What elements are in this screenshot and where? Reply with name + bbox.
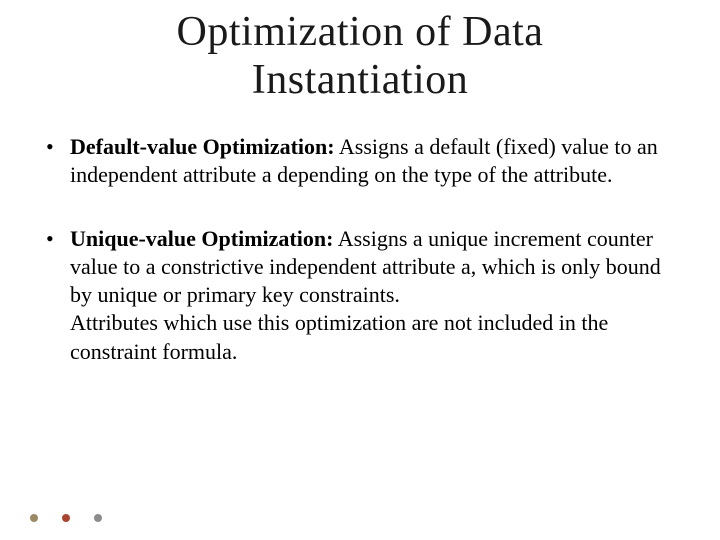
title-line-2: Instantiation <box>252 57 468 103</box>
bullet-list: Default-value Optimization: Assigns a de… <box>40 133 680 366</box>
bullet-item-unique-value: Unique-value Optimization: Assigns a uni… <box>40 225 680 366</box>
dot-icon <box>94 514 102 522</box>
title-line-1: Optimization of Data <box>177 9 544 55</box>
dot-icon <box>62 514 70 522</box>
slide-title: Optimization of Data Instantiation <box>0 0 720 105</box>
slide-body: Default-value Optimization: Assigns a de… <box>0 105 720 366</box>
decorative-dots <box>30 514 102 522</box>
dot-icon <box>30 514 38 522</box>
bullet-item-default-value: Default-value Optimization: Assigns a de… <box>40 133 680 189</box>
bullet-extra: Attributes which use this optimization a… <box>70 310 608 363</box>
slide: Optimization of Data Instantiation Defau… <box>0 0 720 540</box>
bullet-term: Unique-value Optimization: <box>70 226 333 251</box>
bullet-term: Default-value Optimization: <box>70 134 335 159</box>
